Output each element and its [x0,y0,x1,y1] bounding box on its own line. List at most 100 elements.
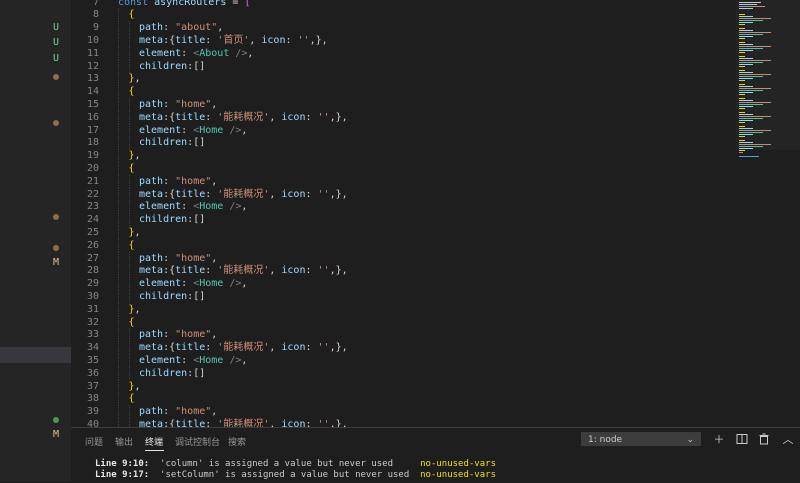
line-number: 34 [86,342,99,354]
code-line[interactable]: 16 meta:{title: '能耗概况', icon: '',}, [71,110,736,124]
code-line[interactable]: 28 meta:{title: '能耗概况', icon: '',}, [71,264,736,278]
code-token: title [175,111,206,123]
code-line[interactable]: 31}, [71,302,736,316]
code-line[interactable]: 25}, [71,225,736,239]
code-line[interactable]: 7 const asyncRouters = [ [71,0,736,9]
code-line[interactable]: 12 children:[] [71,59,736,73]
indent-guide [118,136,119,150]
code-token: ,}, [329,342,348,354]
code-line[interactable]: 14 { [71,85,736,99]
indent-guide [118,174,119,188]
code-token: icon [281,188,306,200]
panel-tab[interactable]: 输出 [115,435,133,448]
code-editor[interactable]: 7 const asyncRouters = [8{9 path: "about",… [71,0,736,427]
code-token: : [205,34,218,46]
code-line[interactable]: 18 children:[] [71,136,736,150]
code-text: path: "home", [139,98,217,111]
code-token: path [139,22,164,34]
minimap-viewport-slider[interactable] [736,0,800,150]
code-text: children:[] [139,290,205,303]
code-line[interactable]: 8{ [71,8,736,22]
split-terminal-icon[interactable] [735,433,749,447]
code-token: :[] [187,60,206,72]
indent-guide [128,213,130,227]
code-line[interactable]: 11 element: <About />, [71,46,736,60]
code-line[interactable]: 20 { [71,161,736,175]
code-token: '' [297,34,310,46]
indent-guide [128,33,130,47]
code-token: { [128,393,135,405]
code-line[interactable]: 39 path: "home", [71,405,736,419]
code-line[interactable]: 23 element: <Home />, [71,200,736,214]
indent-guide [118,417,119,427]
code-token: title [175,342,206,354]
code-line[interactable]: 35 element: <Home />, [71,353,736,367]
code-token: : [285,34,298,46]
code-token: : [181,47,194,59]
code-line[interactable]: 24 children:[] [71,213,736,227]
code-line[interactable]: 33 path: "home", [71,328,736,342]
panel-tab[interactable]: 搜索 [228,435,246,448]
code-line[interactable]: 10 meta:{title: '首页', icon: '',}, [71,33,736,47]
indent-guide [118,161,119,175]
code-token: , [249,34,262,46]
code-token: '' [317,188,330,200]
code-token: , [269,111,282,123]
code-line[interactable]: 13}, [71,72,736,86]
code-line[interactable]: 17 element: <Home />, [71,123,736,137]
code-line[interactable]: 36 children:[] [71,366,736,380]
code-line[interactable]: 29 element: <Home />, [71,277,736,291]
chevron-up-icon[interactable]: ︿ [781,433,795,447]
code-line[interactable]: 38 { [71,392,736,406]
indent-guide [128,251,130,265]
code-text: path: "about", [139,21,223,34]
code-line[interactable]: 37}, [71,379,736,393]
code-token: element [139,354,182,366]
code-token: element [139,201,182,213]
code-line[interactable]: 21 path: "home", [71,174,736,188]
panel-tab[interactable]: 问题 [85,435,103,448]
code-line[interactable]: 22 meta:{title: '能耗概况', icon: '',}, [71,187,736,201]
code-line[interactable]: 30 children:[] [71,289,736,303]
code-token: , [134,226,141,238]
line-number: 16 [86,111,99,123]
trash-icon[interactable] [757,433,771,447]
explorer-selected-row[interactable] [0,347,71,363]
chevron-down-icon: ⌄ [686,435,694,445]
code-line[interactable]: 32 { [71,315,736,329]
code-token: title [175,265,206,277]
code-text: meta:{title: '能耗概况', icon: '',}, [139,341,348,354]
minimap[interactable] [736,0,800,427]
indent-guide [128,341,130,355]
code-line[interactable]: 9 path: "about", [71,21,736,35]
code-text: { [129,8,135,21]
terminal-select[interactable]: 1: node ⌄ [581,432,701,446]
panel-tab[interactable]: 终端 [145,435,163,448]
panel-tab[interactable]: 调试控制台 [175,435,220,448]
code-text: meta:{title: '能耗概况', icon: '',}, [139,418,348,427]
indent-guide [118,187,119,201]
code-line[interactable]: 19}, [71,149,736,163]
code-token: { [128,162,135,174]
terminal-select-value: 1: node [588,435,623,445]
code-token: meta [139,265,164,277]
code-token: "about" [175,22,218,34]
terminal-line: Line 9:17: 'setColumn' is assigned a val… [95,470,496,481]
code-token: path [139,175,164,187]
code-token: : [205,418,218,427]
code-line[interactable]: 26 { [71,238,736,252]
code-token: : [305,111,318,123]
code-line[interactable]: 34 meta:{title: '能耗概况', icon: '',}, [71,341,736,355]
code-token: icon [281,265,306,277]
new-terminal-plus-icon[interactable]: ＋ [712,433,726,447]
code-line[interactable]: 15 path: "home", [71,97,736,111]
code-line[interactable]: 40 meta:{title: '能耗概况', icon: '',}, [71,417,736,427]
code-line[interactable]: 27 path: "home", [71,251,736,265]
code-token: , [269,418,282,427]
code-token: :[] [187,137,206,149]
line-number: 17 [86,124,99,136]
code-token: Home [199,278,224,290]
code-token: '' [317,265,330,277]
line-number: 21 [86,175,99,187]
code-token: , [241,278,248,290]
